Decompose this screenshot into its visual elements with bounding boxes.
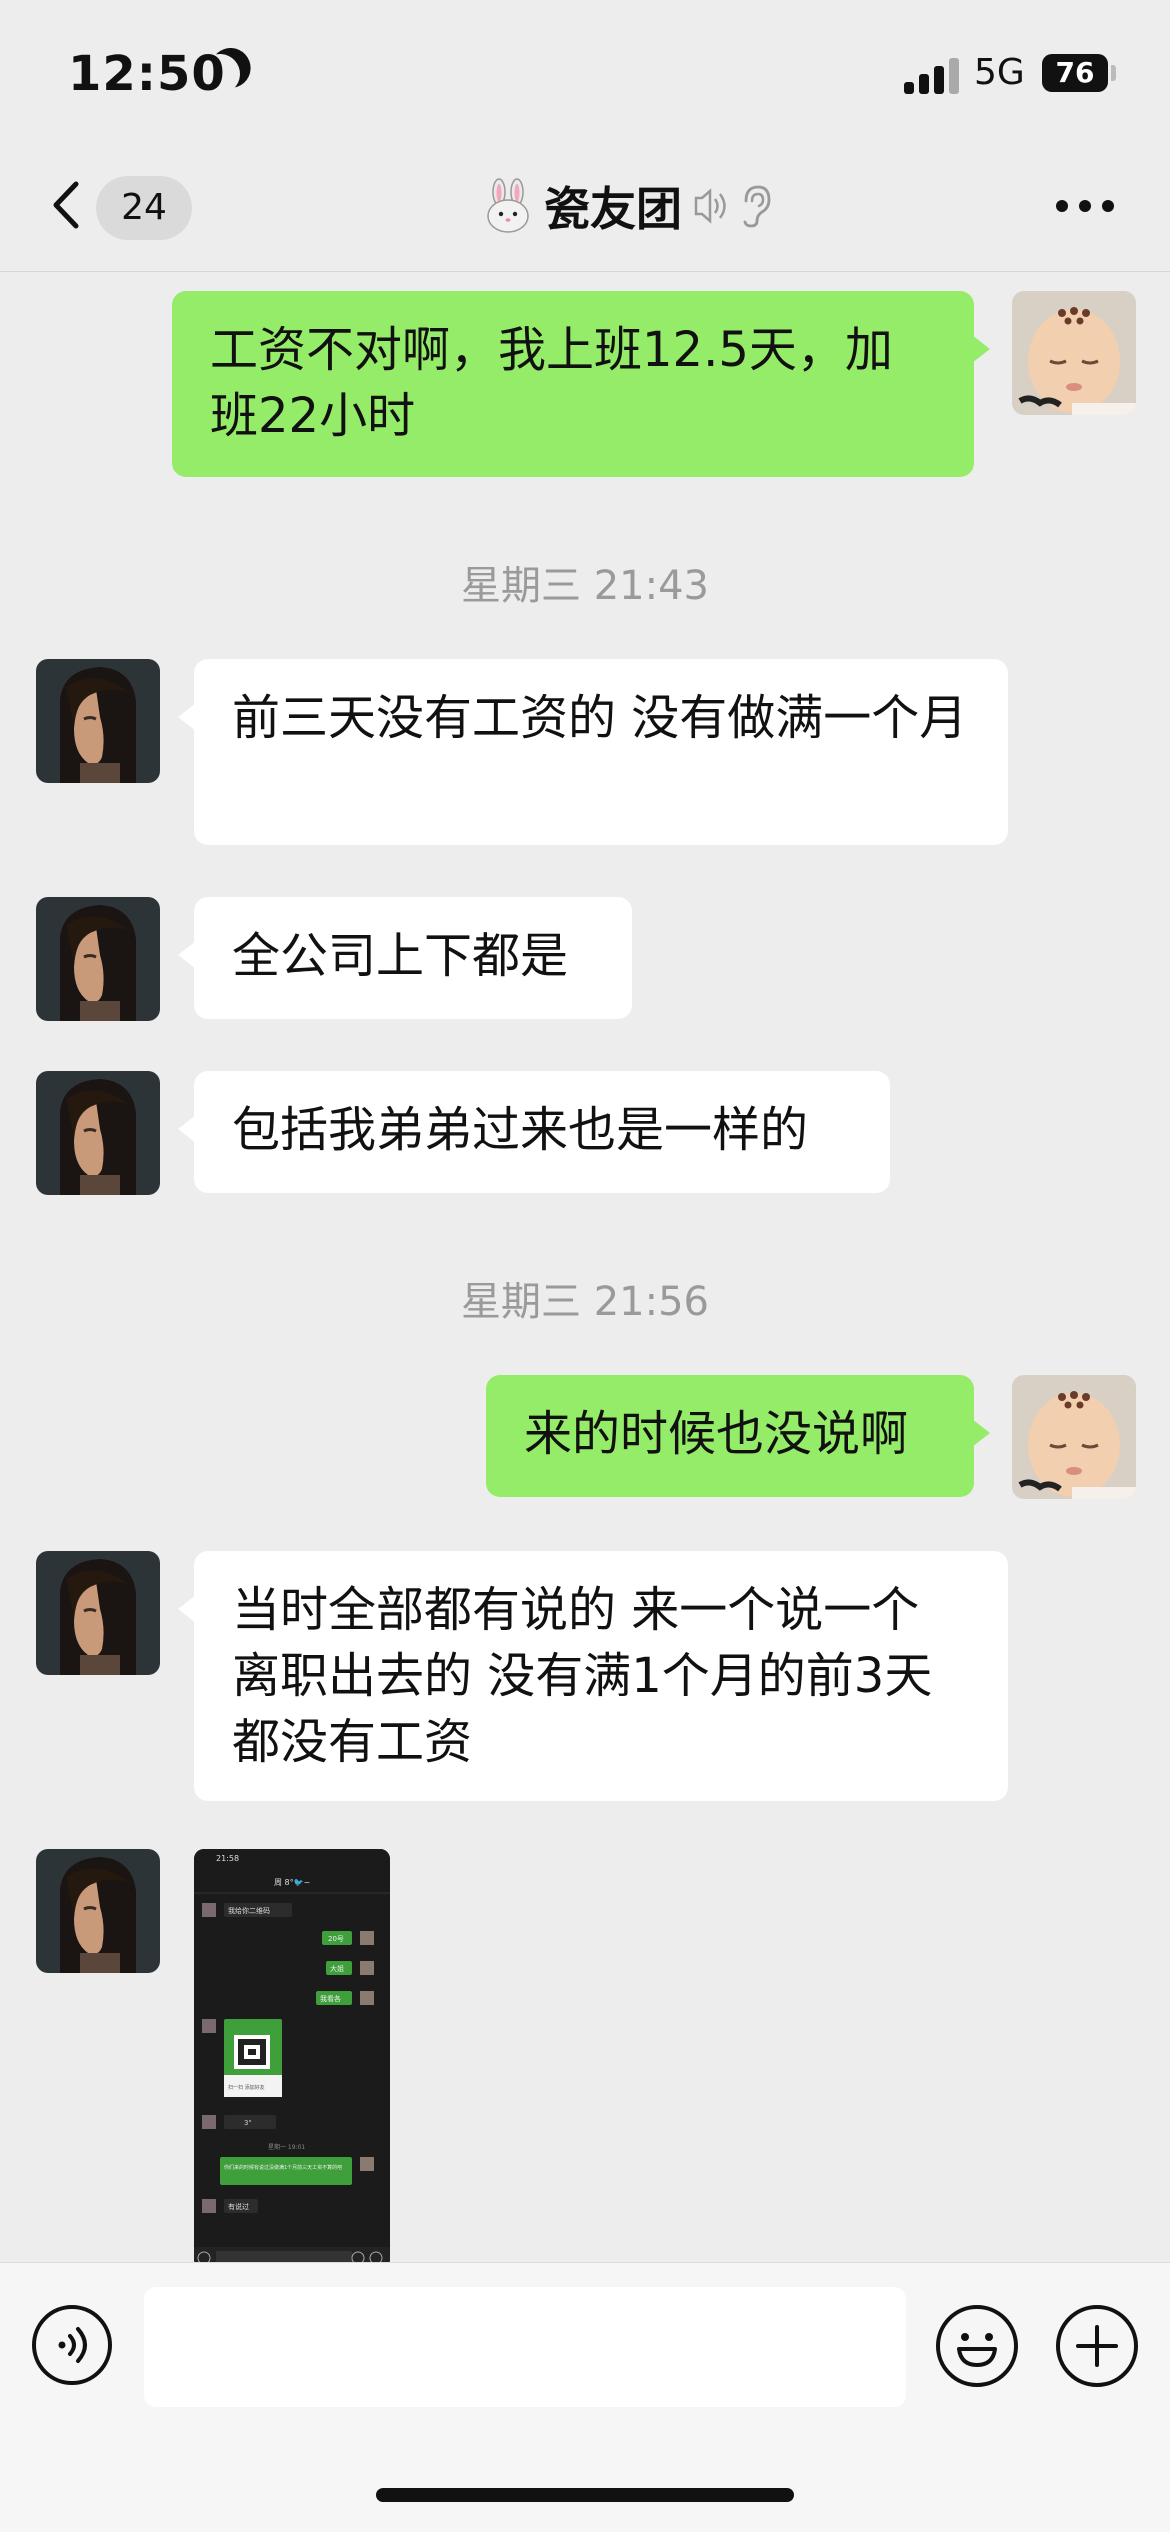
thumb-line-0: 我给你二维码 <box>228 1906 270 1915</box>
voice-input-button[interactable] <box>32 2305 112 2385</box>
status-bar: 12:50 5G 76 <box>0 0 1170 140</box>
emoji-icon <box>957 2333 997 2367</box>
thumb-line-4: 扫一扫 添加好友 <box>228 2084 265 2091</box>
chat-screen: 12:50 5G 76 24 瓷友团 工资不对啊，我上班12.5天，加班22小时… <box>0 0 1170 2532</box>
thumb-line-8: 有说过 <box>228 2202 249 2211</box>
contact-avatar[interactable] <box>36 1071 160 1195</box>
contact-avatar[interactable] <box>36 897 160 1021</box>
network-type: 5G <box>974 52 1025 93</box>
chat-title: 瓷友团 <box>544 182 682 236</box>
thumb-line-2: 大姐 <box>330 1964 344 1973</box>
message-bubble-sent[interactable]: 工资不对啊，我上班12.5天，加班22小时 <box>172 291 990 477</box>
contact-avatar[interactable] <box>36 1551 160 1675</box>
back-button[interactable] <box>46 180 92 230</box>
battery-icon: 76 <box>1042 54 1108 92</box>
emoji-button[interactable] <box>936 2305 1018 2387</box>
unread-count-badge[interactable]: 24 <box>96 176 192 240</box>
message-text: 来的时候也没说啊 <box>524 1406 909 1462</box>
battery-tip <box>1111 65 1116 81</box>
my-avatar[interactable] <box>1012 1375 1136 1499</box>
rabbit-emoji-icon <box>487 178 529 233</box>
chat-screenshot-thumbnail: 21:58 周 8°🐦~ 我给你二维码 20号 大姐 我看各 扫一扫 添加好友 … <box>194 1849 390 2263</box>
nav-title-group[interactable]: 瓷友团 <box>480 174 772 238</box>
ear-icon <box>743 185 771 228</box>
thumb-line-1: 20号 <box>328 1935 344 1943</box>
image-message[interactable]: 21:58 周 8°🐦~ 我给你二维码 20号 大姐 我看各 扫一扫 添加好友 … <box>194 1849 390 2263</box>
voice-icon <box>58 2327 87 2363</box>
message-bubble-sent[interactable]: 来的时候也没说啊 <box>486 1375 990 1497</box>
message-bubble-received[interactable]: 当时全部都有说的 来一个说一个 离职出去的 没有满1个月的前3天都没有工资 <box>178 1551 1008 1801</box>
thumb-time: 21:58 <box>216 1854 239 1863</box>
thumb-line-6: 星期一 19:01 <box>268 2143 305 2151</box>
thumb-line-3: 我看各 <box>320 1994 341 2003</box>
thumb-title: 周 8°🐦~ <box>274 1878 310 1887</box>
voice-mute-icon <box>694 188 726 224</box>
plus-icon <box>1076 2325 1118 2367</box>
timestamp: 星期三 21:43 <box>461 563 709 609</box>
message-text: 包括我弟弟过来也是一样的 <box>232 1102 809 1158</box>
nav-bar: 24 瓷友团 <box>0 140 1170 272</box>
message-list[interactable]: 工资不对啊，我上班12.5天，加班22小时 星期三 21:43 前三天没有工资的… <box>0 273 1170 2263</box>
message-text: 全公司上下都是 <box>232 928 569 984</box>
thumb-line-7: 你们来的时候有说过没做满1个月前三天工资不算的吧 <box>224 2164 342 2171</box>
more-actions-button[interactable] <box>1056 2305 1138 2387</box>
thumb-line-5: 3" <box>244 2119 252 2127</box>
contact-avatar[interactable] <box>36 1849 160 1973</box>
chevron-left-icon <box>53 181 79 229</box>
message-bubble-received[interactable]: 前三天没有工资的 没有做满一个月 <box>178 659 1008 845</box>
signal-icon <box>904 58 962 94</box>
message-bubble-received[interactable]: 包括我弟弟过来也是一样的 <box>178 1071 890 1193</box>
message-input[interactable] <box>144 2287 906 2407</box>
message-text: 工资不对啊，我上班12.5天，加班22小时 <box>210 322 893 444</box>
my-avatar[interactable] <box>1012 291 1136 415</box>
more-icon[interactable] <box>1056 200 1114 214</box>
message-bubble-received[interactable]: 全公司上下都是 <box>178 897 632 1019</box>
contact-avatar[interactable] <box>36 659 160 783</box>
message-text: 当时全部都有说的 来一个说一个 离职出去的 没有满1个月的前3天都没有工资 <box>232 1582 933 1770</box>
timestamp: 星期三 21:56 <box>461 1279 709 1325</box>
message-text: 前三天没有工资的 没有做满一个月 <box>232 690 968 746</box>
home-indicator[interactable] <box>376 2488 794 2502</box>
